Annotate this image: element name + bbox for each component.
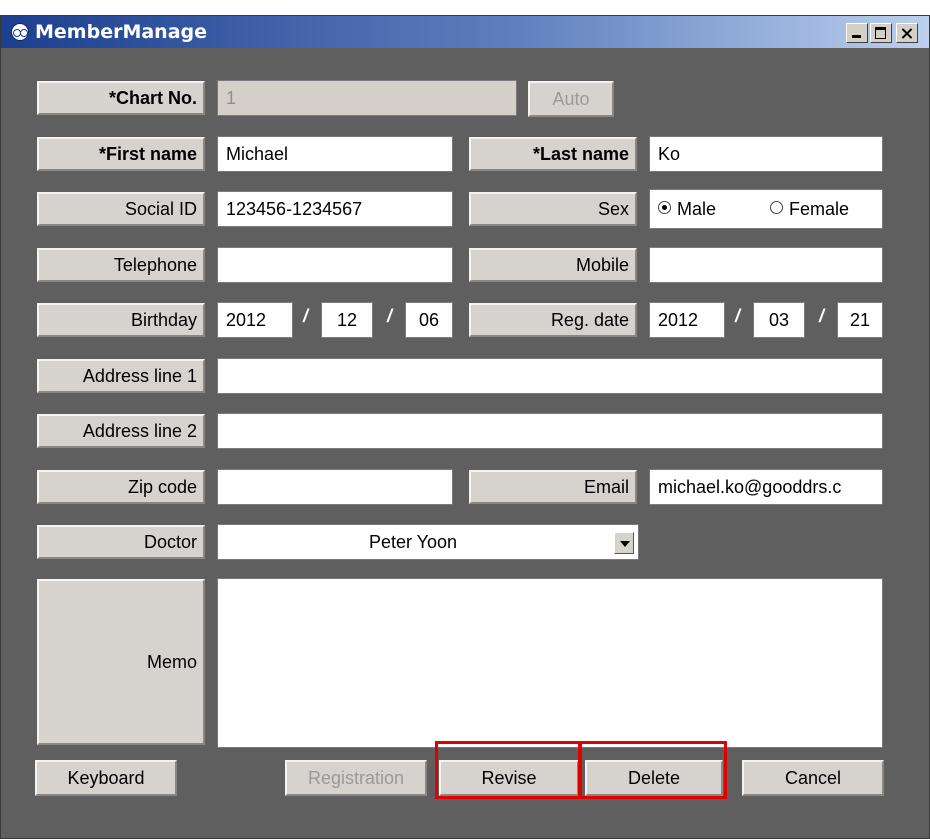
birthday-year-field[interactable]: 2012 (217, 302, 293, 338)
female-radio[interactable] (770, 201, 783, 214)
registration-button: Registration (285, 760, 427, 796)
birthday-month-field[interactable]: 12 (321, 302, 373, 338)
chart-no-field: 1 (217, 80, 517, 116)
address-line-1-label: Address line 1 (37, 359, 205, 393)
address-line-2-label: Address line 2 (37, 414, 205, 448)
zip-code-label: Zip code (37, 470, 205, 504)
doctor-dropdown[interactable]: Peter Yoon (217, 524, 639, 560)
reg-date-label: Reg. date (469, 303, 637, 337)
social-id-field[interactable]: 123456-1234567 (217, 191, 453, 227)
last-name-field[interactable]: Ko (649, 136, 883, 172)
male-radio-label: Male (677, 199, 717, 219)
doctor-label: Doctor (37, 525, 205, 559)
maximize-button[interactable] (870, 23, 892, 43)
mobile-label: Mobile (469, 248, 637, 282)
chart-no-label: *Chart No. (37, 81, 205, 115)
date-separator: / (387, 306, 393, 326)
revise-highlight (435, 741, 581, 799)
reg-date-day-field[interactable]: 21 (837, 302, 883, 338)
last-name-label: *Last name (469, 137, 637, 171)
date-separator: / (735, 306, 741, 326)
sex-label: Sex (469, 192, 637, 226)
birthday-label: Birthday (37, 303, 205, 337)
reg-date-month-field[interactable]: 03 (753, 302, 805, 338)
telephone-label: Telephone (37, 248, 205, 282)
member-manage-window: MemberManage *Chart No. 1 Auto *First na… (0, 15, 930, 839)
female-radio-label: Female (789, 199, 850, 219)
email-label: Email (469, 470, 637, 504)
first-name-field[interactable]: Michael (217, 136, 453, 172)
memo-textarea[interactable] (217, 578, 883, 748)
address-line-1-field[interactable] (217, 358, 883, 394)
window-title: MemberManage (35, 21, 208, 43)
mobile-field[interactable] (649, 247, 883, 283)
birthday-day-field[interactable]: 06 (405, 302, 453, 338)
delete-highlight (579, 741, 727, 799)
address-line-2-field[interactable] (217, 413, 883, 449)
minimize-button[interactable] (846, 23, 868, 43)
sex-radio-group: Male Female (649, 189, 883, 229)
doctor-selected-value: Peter Yoon (368, 531, 458, 552)
chevron-down-icon[interactable] (614, 532, 634, 554)
male-radio[interactable] (658, 201, 671, 214)
title-bar[interactable]: MemberManage (1, 16, 929, 48)
zip-code-field[interactable] (217, 469, 453, 505)
social-id-label: Social ID (37, 192, 205, 226)
date-separator: / (303, 306, 309, 326)
auto-button: Auto (528, 81, 614, 117)
keyboard-button[interactable]: Keyboard (35, 760, 177, 796)
date-separator: / (819, 306, 825, 326)
close-button[interactable] (896, 23, 918, 43)
telephone-field[interactable] (217, 247, 453, 283)
email-field[interactable]: michael.ko@gooddrs.c (649, 469, 883, 505)
memo-label: Memo (37, 579, 205, 745)
reg-date-year-field[interactable]: 2012 (649, 302, 725, 338)
app-logo-icon (11, 23, 29, 41)
cancel-button[interactable]: Cancel (742, 760, 884, 796)
first-name-label: *First name (37, 137, 205, 171)
